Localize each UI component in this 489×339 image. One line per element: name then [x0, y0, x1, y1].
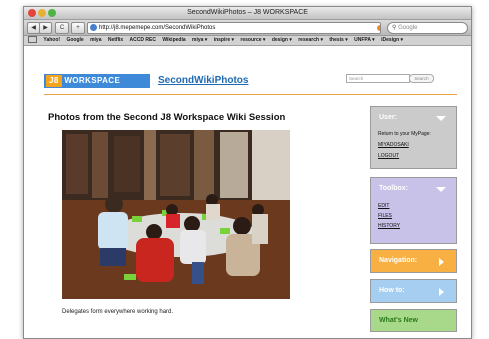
bookmark-item[interactable]: Netflix — [108, 36, 123, 45]
bookmark-item[interactable]: ACCD REC — [130, 36, 156, 45]
site-search-input[interactable]: Search — [346, 74, 410, 83]
bookmarks-icon[interactable] — [28, 36, 37, 44]
howto-panel[interactable]: How to: — [370, 279, 457, 303]
session-photo — [62, 130, 290, 299]
bookmarks-bar: Yahoo! Google miya Netflix ACCD REC Wiki… — [24, 36, 471, 46]
whats-new-panel-title: What's New — [379, 317, 419, 324]
photo-caption: Delegates form everywhere working hard. — [62, 309, 174, 315]
bookmark-item[interactable]: thesis ▾ — [329, 36, 347, 45]
browser-window: SecondWikiPhotos – J8 WORKSPACE ◀ ▶ C + … — [23, 6, 472, 339]
edit-link[interactable]: EDIT — [378, 203, 389, 209]
bookmark-item[interactable]: miya ▾ — [192, 36, 207, 45]
bookmark-item[interactable]: design ▾ — [272, 36, 292, 45]
howto-panel-title: How to: — [379, 287, 405, 294]
user-panel-title: User: — [379, 114, 397, 121]
logo-j8: J8 — [46, 75, 62, 87]
reload-button[interactable]: C — [55, 22, 69, 34]
logout-link[interactable]: LOGOUT — [378, 153, 399, 159]
bookmark-item[interactable]: Google — [66, 36, 83, 45]
rss-icon[interactable] — [377, 25, 380, 31]
whats-new-panel[interactable]: What's New — [370, 309, 457, 332]
bookmark-item[interactable]: Wikipedia — [162, 36, 185, 45]
bookmark-item[interactable]: resource ▾ — [240, 36, 265, 45]
bookmark-item[interactable]: Yahoo! — [43, 36, 60, 45]
forward-button[interactable]: ▶ — [39, 22, 52, 34]
browser-toolbar: ◀ ▶ C + http://j8.mepemepe.com/SecondWik… — [24, 20, 471, 36]
username-link[interactable]: MIYADOSAKI — [378, 142, 409, 148]
browser-search-field[interactable]: ⚲ Google — [387, 22, 468, 34]
toolbox-panel: Toolbox: EDIT FILES HISTORY — [370, 177, 457, 244]
user-panel: User: Return to your MyPage: MIYADOSAKI … — [370, 106, 457, 169]
header-divider — [44, 94, 457, 95]
site-search-button[interactable]: Search — [409, 74, 434, 83]
title-bar: SecondWikiPhotos – J8 WORKSPACE — [24, 7, 471, 20]
chevron-down-icon[interactable] — [436, 116, 446, 121]
page-title: Photos from the Second J8 Workspace Wiki… — [48, 112, 286, 123]
bookmark-item[interactable]: iDesign ▾ — [381, 36, 403, 45]
history-link[interactable]: HISTORY — [378, 223, 400, 229]
bookmark-item[interactable]: miya — [90, 36, 101, 45]
bookmark-item[interactable]: inspire ▾ — [214, 36, 234, 45]
navigation-panel[interactable]: Navigation: — [370, 249, 457, 273]
window-title: SecondWikiPhotos – J8 WORKSPACE — [187, 9, 308, 16]
address-bar[interactable]: http://j8.mepemepe.com/SecondWikiPhotos — [87, 22, 381, 34]
logo-text: WORKSPACE — [64, 76, 121, 85]
toolbox-panel-title: Toolbox: — [379, 185, 409, 192]
globe-icon — [90, 24, 97, 31]
browser-search-placeholder: Google — [398, 25, 418, 31]
return-text: Return to your MyPage: — [378, 131, 431, 137]
url-text: http://j8.mepemepe.com/SecondWikiPhotos — [99, 25, 216, 31]
page-content: J8 WORKSPACE SecondWikiPhotos Search Sea… — [24, 46, 471, 338]
chevron-right-icon[interactable] — [439, 288, 444, 296]
chevron-down-icon[interactable] — [436, 187, 446, 192]
bookmark-item[interactable]: UNFPA ▾ — [354, 36, 375, 45]
page-name-link[interactable]: SecondWikiPhotos — [158, 74, 248, 88]
chevron-right-icon[interactable] — [439, 258, 444, 266]
navigation-panel-title: Navigation: — [379, 257, 418, 264]
search-icon: ⚲ — [392, 25, 397, 31]
files-link[interactable]: FILES — [378, 213, 392, 219]
site-logo[interactable]: J8 WORKSPACE — [44, 74, 150, 88]
bookmark-item[interactable]: research ▾ — [298, 36, 323, 45]
add-bookmark-button[interactable]: + — [71, 22, 85, 34]
